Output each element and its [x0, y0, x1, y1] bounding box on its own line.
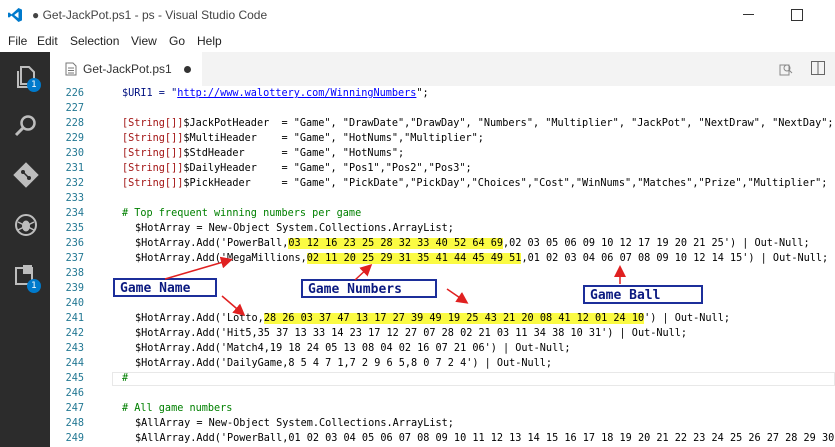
code-text: $MultiHeader = "Game", "HotNums","Multip… — [183, 133, 484, 144]
line-number: 245 — [65, 373, 84, 384]
code-text: $DailyHeader = "Game", "Pos1","Pos2","Po… — [183, 163, 472, 174]
code-type: [String[]] — [122, 163, 184, 174]
tab-bar: Get-JackPot.ps1 — [50, 52, 835, 86]
code-text: $PickHeader = "Game", "PickDate","PickDa… — [183, 178, 828, 189]
line-number: 236 — [65, 238, 84, 249]
line-number: 235 — [65, 223, 84, 234]
game-ball-callout: Game Ball — [583, 285, 703, 304]
highlighted-numbers: 02 11 20 25 29 31 35 41 44 45 49 51 — [306, 253, 522, 264]
line-number: 242 — [65, 328, 84, 339]
line-number: 228 — [65, 118, 84, 129]
menu-edit[interactable]: Edit — [37, 34, 58, 48]
menu-view[interactable]: View — [131, 34, 157, 48]
line-number: 243 — [65, 343, 84, 354]
code-line: $HotArray.Add('Match4,19 18 24 05 13 08 … — [135, 343, 571, 354]
line-number: 234 — [65, 208, 84, 219]
line-number: 233 — [65, 193, 84, 204]
code-line: [String[]]$PickHeader = "Game", "PickDat… — [122, 178, 827, 189]
line-number: 249 — [65, 433, 84, 444]
code-text: "; — [416, 88, 429, 99]
line-number: 237 — [65, 253, 84, 264]
open-preview-icon[interactable] — [779, 62, 793, 76]
file-icon — [65, 62, 77, 76]
code-type: [String[]] — [122, 148, 184, 159]
code-type: [String[]] — [122, 178, 184, 189]
window-title: ● Get-JackPot.ps1 - ps - Visual Studio C… — [32, 8, 268, 22]
split-editor-icon[interactable] — [810, 60, 826, 76]
code-text: , — [300, 253, 307, 264]
line-number: 230 — [65, 148, 84, 159]
code-comment: # — [122, 373, 129, 384]
code-editor[interactable]: 226 227 228 229 230 231 232 233 234 235 … — [50, 86, 835, 447]
code-text: $HotArray.Add('Lotto, — [135, 313, 264, 324]
line-number: 232 — [65, 178, 84, 189]
code-text: ,02 03 05 06 09 10 12 17 19 20 21 25') |… — [503, 238, 810, 249]
code-line: $AllArray = New-Object System.Collection… — [135, 418, 454, 429]
explorer-badge: 1 — [27, 78, 41, 92]
tab-get-jackpot[interactable]: Get-JackPot.ps1 — [50, 52, 202, 86]
code-line: [String[]]$StdHeader = "Game", "HotNums"… — [122, 148, 404, 159]
menu-file[interactable]: File — [8, 34, 27, 48]
line-number: 247 — [65, 403, 84, 414]
code-comment: # All game numbers — [122, 403, 233, 414]
code-text: ,01 02 03 04 06 07 — [521, 253, 638, 264]
code-text: $HotArray.Add('PowerBall, — [135, 238, 289, 249]
current-line-highlight — [112, 372, 835, 386]
code-text: $StdHeader = "Game", "HotNums"; — [183, 148, 405, 159]
code-text: $URI1 = " — [122, 88, 178, 99]
game-ball-text: 08 — [637, 253, 651, 264]
minimize-button[interactable] — [743, 14, 754, 15]
vscode-logo-icon — [8, 8, 22, 22]
line-number: 226 — [65, 88, 84, 99]
code-line: $HotArray.Add('DailyGame,8 5 4 7 1,7 2 9… — [135, 358, 553, 369]
activity-bar: 1 1 — [0, 52, 50, 447]
menu-bar: File Edit Selection View Go Help — [0, 30, 835, 52]
highlighted-numbers: 03 12 16 23 25 28 32 33 40 52 64 69 — [288, 238, 504, 249]
search-icon[interactable] — [13, 113, 39, 139]
tab-label: Get-JackPot.ps1 — [83, 62, 172, 76]
code-text: $HotArray.Add(' — [135, 253, 228, 264]
source-control-icon[interactable] — [13, 162, 39, 188]
debug-icon[interactable] — [13, 212, 39, 238]
code-line: $HotArray = New-Object System.Collection… — [135, 223, 454, 234]
game-name-callout: Game Name — [113, 278, 217, 297]
code-line: [String[]]$DailyHeader = "Game", "Pos1",… — [122, 163, 472, 174]
maximize-button[interactable] — [791, 9, 803, 21]
menu-selection[interactable]: Selection — [70, 34, 119, 48]
line-number: 231 — [65, 163, 84, 174]
line-number: 246 — [65, 388, 84, 399]
line-number: 244 — [65, 358, 84, 369]
code-line: [String[]]$MultiHeader = "Game", "HotNum… — [122, 133, 484, 144]
title-bar: ● Get-JackPot.ps1 - ps - Visual Studio C… — [0, 0, 835, 30]
code-type: [String[]] — [122, 133, 184, 144]
code-line: $HotArray.Add('MegaMillions,02 11 20 25 … — [135, 253, 828, 264]
code-line: $HotArray.Add('Hit5,35 37 13 33 14 23 17… — [135, 328, 688, 339]
code-line: $URI1 = "http://www.walottery.com/Winnin… — [122, 88, 429, 99]
line-number: 239 — [65, 283, 84, 294]
unsaved-dot-icon[interactable] — [184, 66, 191, 73]
code-line: $HotArray.Add('PowerBall,03 12 16 23 25 … — [135, 238, 810, 249]
highlighted-numbers: 28 26 03 37 47 13 17 27 39 49 19 25 43 2… — [263, 313, 645, 324]
game-name-text: MegaMillions — [227, 253, 301, 264]
game-numbers-callout: Game Numbers — [301, 279, 437, 298]
code-line: [String[]]$JackPotHeader = "Game", "Draw… — [122, 118, 833, 129]
line-number: 248 — [65, 418, 84, 429]
menu-go[interactable]: Go — [169, 34, 185, 48]
line-number: 240 — [65, 298, 84, 309]
code-comment: # Top frequent winning numbers per game — [122, 208, 362, 219]
line-number: 229 — [65, 133, 84, 144]
extensions-badge: 1 — [27, 279, 41, 293]
code-line: $HotArray.Add('Lotto,28 26 03 37 47 13 1… — [135, 313, 730, 324]
code-text: 09 10 12 14 15') | Out-Null; — [650, 253, 829, 264]
menu-help[interactable]: Help — [197, 34, 222, 48]
line-number: 241 — [65, 313, 84, 324]
code-text: $JackPotHeader = "Game", "DrawDate","Dra… — [183, 118, 834, 129]
line-number: 238 — [65, 268, 84, 279]
code-url[interactable]: http://www.walottery.com/WinningNumbers — [177, 88, 416, 99]
code-type: [String[]] — [122, 118, 184, 129]
code-text: ') | Out-Null; — [644, 313, 730, 324]
line-number: 227 — [65, 103, 84, 114]
code-line: $AllArray.Add('PowerBall,01 02 03 04 05 … — [135, 433, 835, 444]
